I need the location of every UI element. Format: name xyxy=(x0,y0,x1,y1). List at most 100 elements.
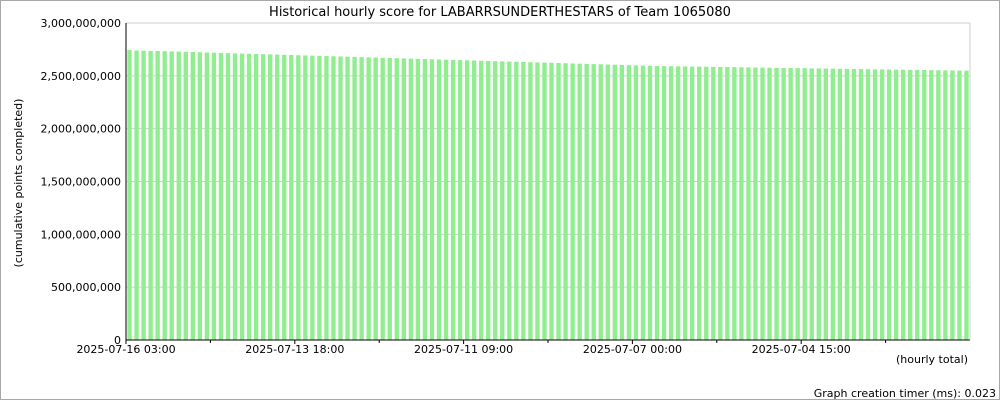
bar-67 xyxy=(598,64,603,340)
bar-69 xyxy=(612,64,617,340)
bar-25 xyxy=(303,55,308,340)
bar-18 xyxy=(253,53,259,341)
bar-14 xyxy=(225,53,231,341)
x-tick-label-2: 2025-07-11 09:00 xyxy=(414,343,513,356)
bar-16 xyxy=(239,53,245,341)
bar-9 xyxy=(190,52,195,340)
bar-46 xyxy=(450,59,456,341)
x-tick-labels: 2025-07-16 03:00 2025-07-13 18:00 2025-07-… xyxy=(76,343,850,356)
bar-38 xyxy=(394,58,399,340)
bar-11 xyxy=(204,52,210,341)
bar-51 xyxy=(486,60,491,341)
bar-114 xyxy=(929,70,934,341)
bar-96 xyxy=(802,68,807,340)
bar-60 xyxy=(549,62,554,340)
bar-83 xyxy=(711,66,716,340)
bar-40 xyxy=(408,58,414,340)
bar-103 xyxy=(851,68,857,340)
bar-99 xyxy=(823,68,828,341)
bar-109 xyxy=(893,69,899,340)
bar-113 xyxy=(922,70,927,340)
bar-73 xyxy=(640,65,646,340)
bar-1 xyxy=(134,50,139,341)
bar-81 xyxy=(697,66,702,341)
bar-94 xyxy=(788,68,793,340)
bar-21 xyxy=(275,54,280,341)
bar-29 xyxy=(331,56,336,340)
bar-27 xyxy=(317,55,322,340)
bar-76 xyxy=(661,66,667,340)
bar-64 xyxy=(577,63,582,340)
bar-22 xyxy=(282,54,287,341)
bar-107 xyxy=(879,69,885,340)
bar-15 xyxy=(232,53,238,341)
bar-chart: Historical hourly score for LABARRSUNDER… xyxy=(12,5,996,399)
graph-timer-footer: Graph creation timer (ms): 0.023 xyxy=(814,387,996,399)
bar-116 xyxy=(943,70,948,340)
bar-56 xyxy=(521,61,526,341)
bar-53 xyxy=(500,61,505,341)
bar-54 xyxy=(507,61,512,341)
y-tick-labels: 0500,000,0001,000,000,0001,500,000,0002,… xyxy=(41,17,121,347)
bar-52 xyxy=(493,61,498,341)
bar-93 xyxy=(781,67,786,341)
gridlines xyxy=(126,22,970,341)
bar-101 xyxy=(837,68,843,341)
y-tick-label-1: 500,000,000 xyxy=(51,281,121,294)
x-tick-label-0: 2025-07-16 03:00 xyxy=(76,343,175,356)
bar-112 xyxy=(915,69,920,340)
bar-95 xyxy=(795,68,800,341)
bar-71 xyxy=(626,65,632,340)
bar-17 xyxy=(246,53,252,341)
bar-10 xyxy=(197,52,203,341)
bar-44 xyxy=(436,59,442,341)
bar-34 xyxy=(366,57,371,340)
bar-23 xyxy=(289,55,294,340)
bar-62 xyxy=(563,63,568,340)
bar-118 xyxy=(957,70,962,341)
bar-84 xyxy=(718,66,723,340)
bar-110 xyxy=(901,69,906,341)
bar-36 xyxy=(380,57,385,340)
bar-100 xyxy=(830,68,836,340)
bar-65 xyxy=(584,63,589,340)
bar-37 xyxy=(387,57,392,340)
bar-89 xyxy=(753,67,758,341)
bar-2 xyxy=(141,50,146,341)
bar-74 xyxy=(647,65,653,341)
bar-79 xyxy=(682,66,688,340)
bar-49 xyxy=(471,60,477,341)
y-axis-label: (cumulative points completed) xyxy=(12,99,25,268)
bar-33 xyxy=(359,57,364,340)
bar-48 xyxy=(464,60,470,341)
x-axis-label: (hourly total) xyxy=(896,353,968,366)
chart-frame: Historical hourly score for LABARRSUNDER… xyxy=(0,0,1000,400)
bar-28 xyxy=(324,56,329,340)
bar-117 xyxy=(950,70,955,340)
bar-68 xyxy=(605,64,610,340)
bar-92 xyxy=(774,67,779,340)
y-tick-label-2: 1,000,000,000 xyxy=(41,228,121,241)
bar-108 xyxy=(886,69,892,340)
bar-8 xyxy=(183,51,188,341)
bar-70 xyxy=(619,64,625,341)
bar-102 xyxy=(844,68,850,340)
bar-88 xyxy=(746,67,751,340)
bar-50 xyxy=(479,60,484,341)
bar-57 xyxy=(528,62,533,340)
bar-12 xyxy=(211,52,217,341)
bar-72 xyxy=(633,65,639,341)
bar-32 xyxy=(352,56,357,340)
bar-5 xyxy=(162,51,167,340)
x-tick-label-3: 2025-07-07 00:00 xyxy=(583,343,682,356)
bar-30 xyxy=(338,56,343,340)
bar-24 xyxy=(296,55,301,340)
bar-13 xyxy=(218,52,224,341)
bar-0 xyxy=(127,49,132,340)
bar-111 xyxy=(908,69,913,340)
bar-61 xyxy=(556,63,561,340)
bar-115 xyxy=(936,70,941,340)
bar-105 xyxy=(865,69,871,340)
bar-97 xyxy=(809,68,814,341)
bar-104 xyxy=(858,69,864,340)
